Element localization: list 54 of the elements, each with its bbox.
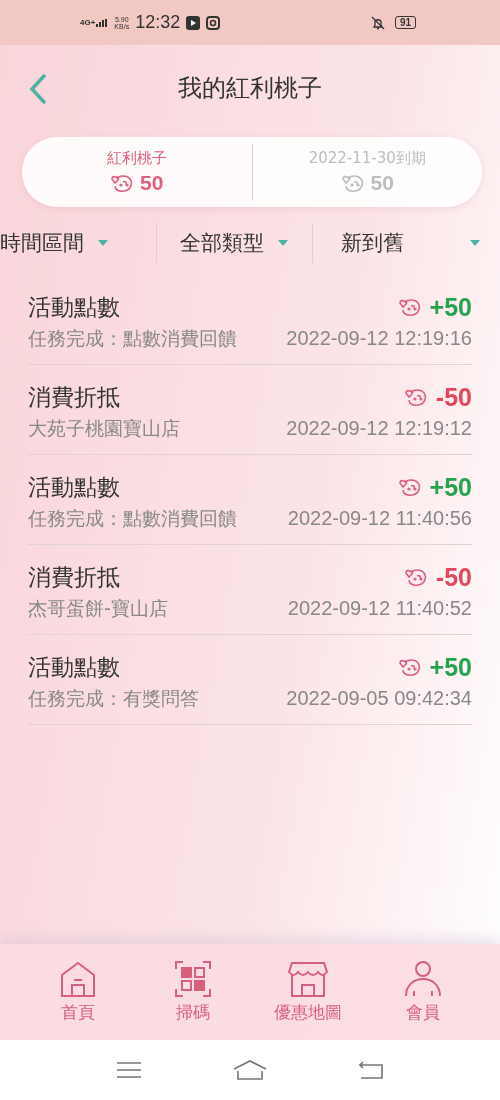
battery-level: 91 — [394, 16, 416, 29]
person-icon — [403, 960, 442, 997]
caret-icon — [98, 240, 108, 246]
peach-icon — [397, 657, 422, 677]
record-title: 消費折抵 — [28, 383, 121, 412]
peach-icon — [403, 387, 428, 407]
points-change: +50 — [429, 652, 472, 682]
record-time: 2022-09-12 11:40:52 — [287, 596, 472, 621]
peach-icon — [110, 173, 135, 193]
home-icon[interactable] — [233, 1060, 267, 1080]
page-title: 我的紅利桃子 — [178, 72, 322, 104]
record-description: 任務完成：點數消費回饋 — [28, 506, 238, 531]
points-change: +50 — [429, 292, 472, 322]
filter-dropdown[interactable]: 新到舊 — [341, 229, 404, 257]
record-description: 任務完成：有獎問答 — [28, 686, 200, 711]
record-description: 任務完成：點數消費回饋 — [28, 326, 238, 351]
points-label: 2022-11-30到期 — [308, 149, 426, 168]
record-title: 活動點數 — [28, 473, 121, 502]
signal-icon — [96, 18, 109, 27]
home-icon — [58, 960, 97, 997]
qr-scan-icon — [174, 960, 211, 997]
clock: 12:32 — [135, 12, 181, 33]
camera-icon — [206, 15, 221, 30]
nav-tab[interactable]: 首頁 — [27, 960, 128, 1024]
nav-tab[interactable]: 優惠地圖 — [257, 960, 358, 1024]
peach-icon — [397, 297, 422, 317]
bell-off-icon — [370, 15, 385, 30]
menu-icon[interactable] — [117, 1061, 141, 1079]
record-time: 2022-09-12 12:19:16 — [286, 326, 472, 351]
record-time: 2022-09-05 09:42:34 — [286, 686, 472, 711]
points-value: 50 — [140, 171, 164, 195]
peach-icon — [340, 173, 365, 193]
nav-tab[interactable]: 掃碼 — [142, 960, 243, 1024]
record-description: 杰哥蛋餅-寶山店 — [28, 596, 169, 621]
points-change: -50 — [435, 382, 472, 412]
record-title: 活動點數 — [28, 293, 121, 322]
nav-tab[interactable]: 會員 — [372, 960, 473, 1024]
record-time: 2022-09-12 11:40:56 — [287, 506, 472, 531]
store-icon — [287, 960, 328, 997]
points-change: +50 — [429, 472, 472, 502]
network-indicator: 4G+ — [80, 18, 96, 27]
record-title: 活動點數 — [28, 653, 121, 682]
play-icon — [186, 15, 201, 30]
back-icon[interactable] — [359, 1061, 383, 1079]
record-time: 2022-09-12 12:19:12 — [286, 416, 472, 441]
peach-icon — [403, 567, 428, 587]
filter-dropdown[interactable]: 全部類型 — [180, 229, 289, 257]
record-title: 消費折抵 — [28, 563, 121, 592]
points-label: 紅利桃子 — [106, 149, 167, 168]
filter-dropdown[interactable]: 時間區間 — [0, 229, 108, 257]
peach-icon — [397, 477, 422, 497]
points-change: -50 — [435, 562, 472, 592]
points-value: 50 — [370, 171, 394, 195]
record-description: 大苑子桃園寶山店 — [28, 416, 181, 441]
